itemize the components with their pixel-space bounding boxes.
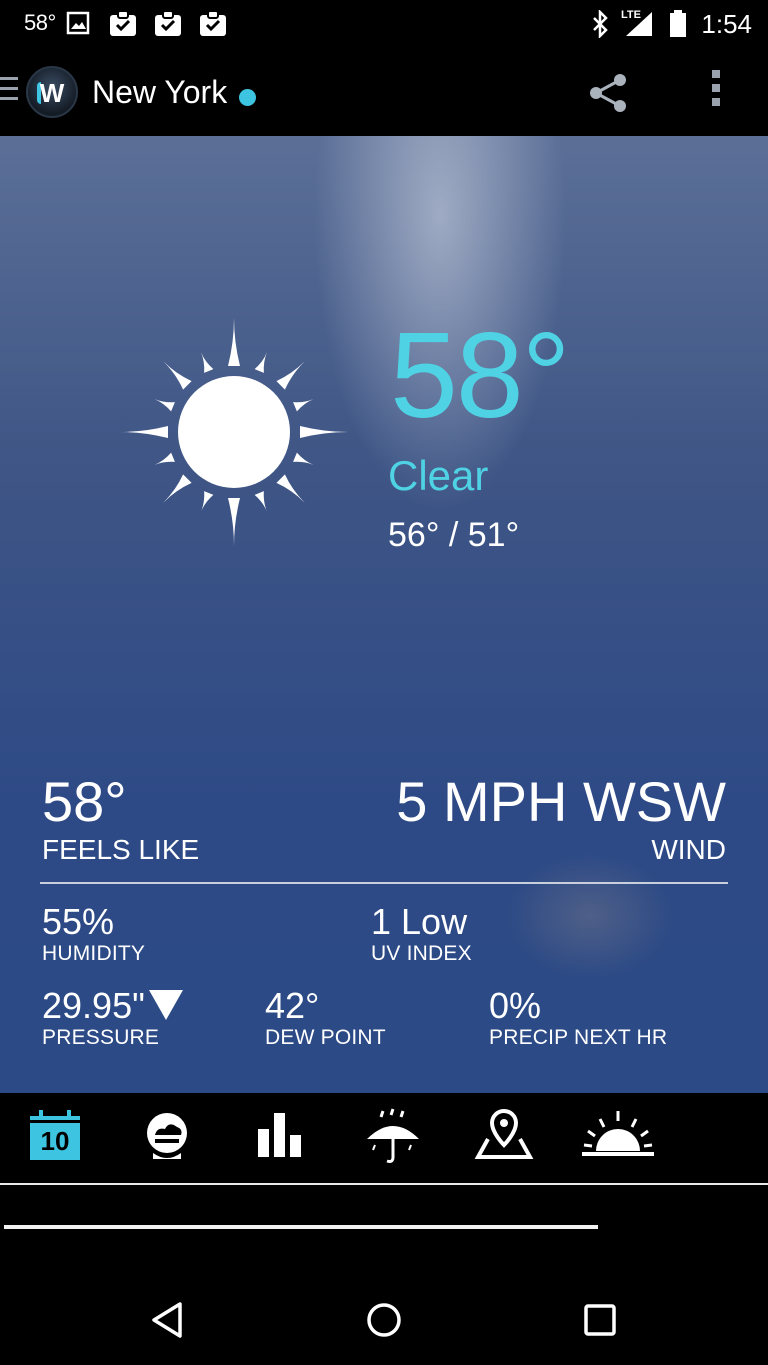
home-icon[interactable] <box>364 1300 404 1340</box>
umbrella-rain-icon <box>367 1108 419 1163</box>
location-name[interactable]: New York <box>92 74 227 111</box>
tab-maps[interactable] <box>474 1107 534 1167</box>
nav-divider <box>0 1183 768 1185</box>
scrollbar-thumb[interactable] <box>4 1225 598 1229</box>
bluetooth-icon <box>593 10 608 38</box>
tab-precipitation[interactable] <box>363 1107 423 1167</box>
horizontal-scrollbar[interactable] <box>0 1225 768 1229</box>
humidity-label: HUMIDITY <box>42 942 146 965</box>
bar-chart-icon <box>258 1113 301 1157</box>
humidity-value: 55% <box>42 901 115 942</box>
system-navigation-bar <box>0 1270 768 1365</box>
overflow-menu-icon[interactable] <box>706 70 726 114</box>
signal-icon <box>626 12 652 36</box>
dew-point-value: 42° <box>265 985 320 1026</box>
precip-value: 0% <box>489 985 542 1026</box>
dew-point-label: DEW POINT <box>265 1026 386 1049</box>
sunrise-icon <box>582 1111 654 1156</box>
sun-icon <box>120 318 348 546</box>
status-bar: 58° LTE 1:54 <box>0 0 768 52</box>
current-temperature: 58° <box>390 307 570 443</box>
uv-index-label: UV INDEX <box>371 942 472 965</box>
feels-like-value: 58° <box>42 770 127 833</box>
map-pin-icon <box>474 1108 534 1159</box>
condition-text: Clear <box>388 452 489 499</box>
recents-icon[interactable] <box>582 1302 618 1338</box>
clipboard-check-icon <box>110 10 136 36</box>
tab-graphs[interactable] <box>252 1107 312 1167</box>
bottom-navigation: 10 <box>0 1093 768 1183</box>
clipboard-check-icon <box>200 10 226 36</box>
pressure-value: 29.95" <box>42 985 145 1026</box>
wind-label: WIND <box>651 834 726 865</box>
wind-value: 5 MPH WSW <box>396 770 726 833</box>
status-time: 1:54 <box>701 9 752 39</box>
tab-current-conditions[interactable] <box>139 1107 199 1167</box>
uv-index-value: 1 Low <box>371 901 468 942</box>
pressure-label: PRESSURE <box>42 1026 160 1049</box>
divider <box>40 882 728 884</box>
location-status-dot <box>239 89 256 106</box>
share-icon[interactable] <box>586 70 632 116</box>
tab-10-day-forecast[interactable]: 10 <box>27 1107 87 1167</box>
status-temperature: 58° <box>24 10 56 35</box>
current-conditions-icon <box>147 1113 187 1159</box>
current-conditions-panel: 58° Clear 56° / 51° 58° FEELS LIKE 5 MPH… <box>0 136 768 1093</box>
feels-like-label: FEELS LIKE <box>42 834 200 865</box>
pressure-falling-icon <box>148 990 183 1020</box>
precip-label: PRECIP NEXT HR <box>489 1026 668 1049</box>
drawer-menu-icon[interactable] <box>0 77 20 105</box>
pressure-row: 29.95" <box>42 988 183 1024</box>
high-low-temperature: 56° / 51° <box>388 516 520 554</box>
app-logo-text: W <box>39 78 65 108</box>
back-icon[interactable] <box>148 1300 188 1340</box>
calendar-badge: 10 <box>40 1126 70 1156</box>
clipboard-check-icon <box>155 10 181 36</box>
app-logo[interactable]: W <box>26 66 78 118</box>
image-icon <box>66 11 90 35</box>
battery-icon <box>670 10 686 37</box>
app-bar: W New York <box>0 52 768 136</box>
tab-sun-moon[interactable] <box>582 1107 654 1167</box>
